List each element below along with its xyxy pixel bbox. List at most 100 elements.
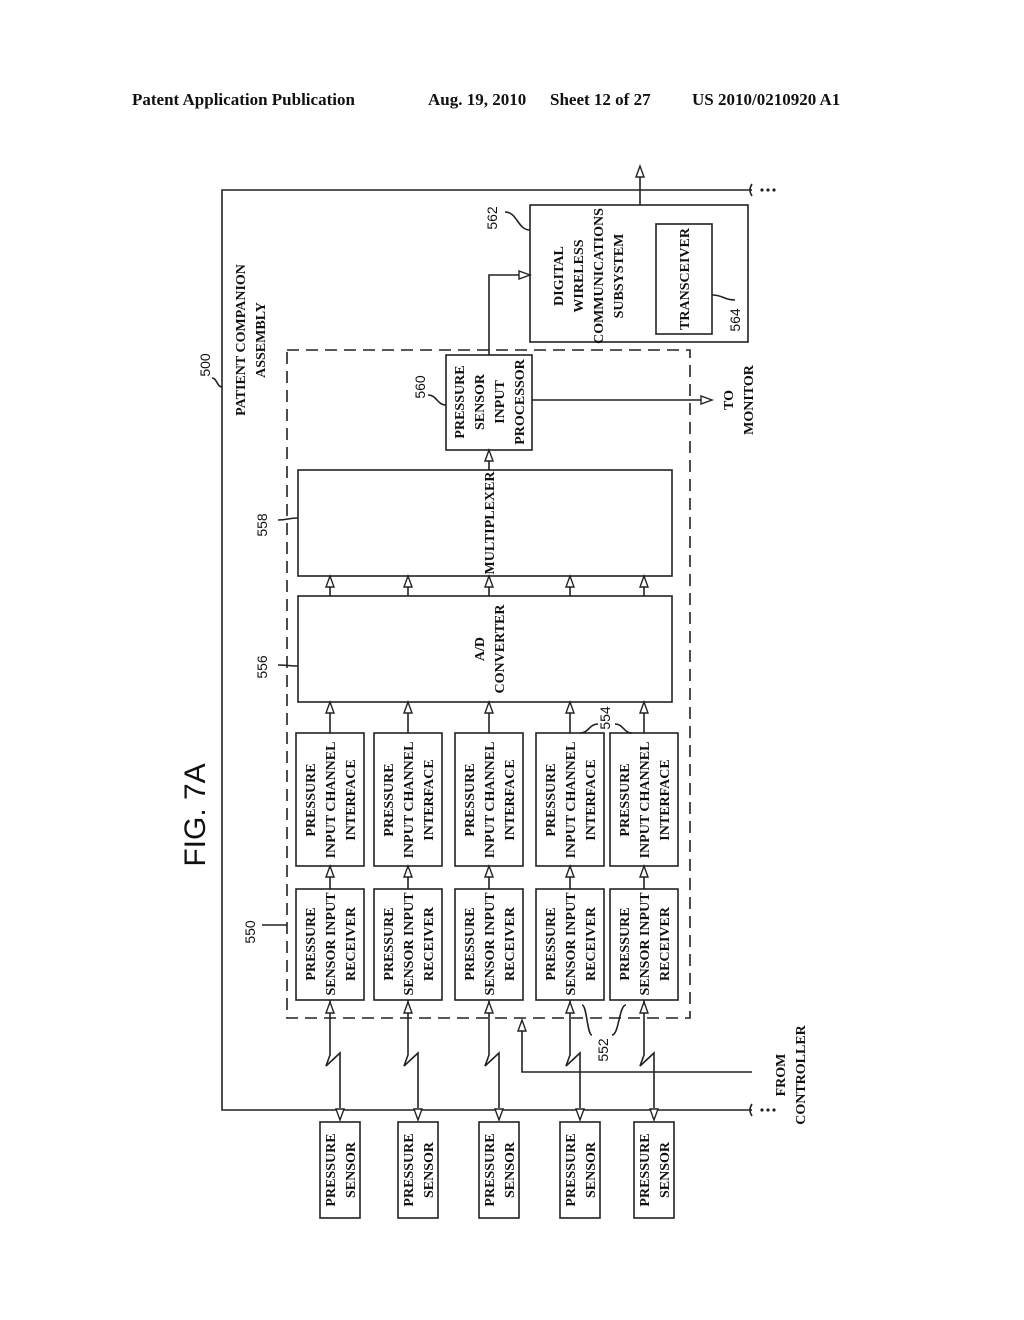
- ellipsis-dot: [772, 188, 776, 192]
- sensor-label-5-line: SENSOR: [658, 1141, 673, 1198]
- arrow-to-processor-icon: [484, 447, 494, 462]
- ref-560-line: 560: [412, 375, 428, 399]
- receiver-label-3-line: RECEIVER: [503, 906, 518, 981]
- ref-560: 560: [412, 375, 428, 399]
- arrow-to-interface-icon: [565, 863, 575, 878]
- arrow-from-controller-icon: [517, 1017, 527, 1032]
- arrow-to-sensor-icon: [413, 1108, 423, 1123]
- arrow-to-mux-icon: [484, 573, 494, 588]
- leader-552b: [611, 1004, 627, 1036]
- interface-label-1-line: INTERFACE: [344, 759, 359, 840]
- arrow-to-interface-icon: [325, 863, 335, 878]
- leader-562: [504, 211, 531, 231]
- arrow-to-sensor-icon: [575, 1108, 585, 1123]
- sensor-label-4-line: SENSOR: [584, 1141, 599, 1198]
- arrow-to-adc-icon: [403, 699, 413, 714]
- leader-552a: [581, 1004, 593, 1036]
- wireless-subsystem-label-line: DIGITAL: [552, 246, 567, 306]
- ellipsis-dot: [772, 1108, 776, 1112]
- leader-560: [427, 394, 447, 406]
- arrow-to-sensor-icon: [649, 1108, 659, 1123]
- output-arrow-icon: [635, 163, 645, 178]
- arrow-to-sensor-icon: [335, 1108, 345, 1123]
- arrow-to-receiver-icon: [325, 999, 335, 1014]
- receiver-label-4-line: SENSOR INPUT: [564, 892, 579, 996]
- ref-554-line: 554: [597, 706, 613, 730]
- figure-title: FIG. 7A: [179, 763, 212, 866]
- ref-562: 562: [484, 206, 500, 230]
- arrow-to-interface-icon: [403, 863, 413, 878]
- leader-554b: [614, 723, 633, 734]
- ref-556: 556: [254, 655, 270, 679]
- sensor-label-1-line: PRESSURE: [324, 1133, 339, 1206]
- arrow-to-interface-icon: [639, 863, 649, 878]
- ref-500-line: 500: [197, 353, 213, 377]
- to-monitor-label: TO MONITOR: [722, 364, 757, 435]
- processor-label-line: PRESSURE: [453, 365, 468, 438]
- wireless-link-line: [639, 1000, 655, 1108]
- sensor-label-2-line: SENSOR: [422, 1141, 437, 1198]
- interface-label-1-line: INPUT CHANNEL: [324, 742, 339, 859]
- receiver-label-1-line: PRESSURE: [304, 907, 319, 980]
- arrow-to-interface-icon: [484, 863, 494, 878]
- arrow-to-wireless-icon: [518, 270, 533, 280]
- figure-title-line: FIG. 7A: [179, 763, 212, 866]
- sensor-label-3-line: SENSOR: [503, 1141, 518, 1198]
- sensor-label-2-line: PRESSURE: [402, 1133, 417, 1206]
- interface-label-3-line: INTERFACE: [503, 759, 518, 840]
- assembly-label-line: ASSEMBLY: [254, 302, 269, 378]
- receiver-label-4-line: PRESSURE: [544, 907, 559, 980]
- interface-label-3-line: INPUT CHANNEL: [483, 742, 498, 859]
- multiplexer-label: MULTIPLEXER: [483, 471, 498, 575]
- interface-label-5-line: INPUT CHANNEL: [638, 742, 653, 859]
- arrow-to-adc-icon: [565, 699, 575, 714]
- to-monitor-label-line: MONITOR: [742, 364, 757, 435]
- sensor-label-3-line: PRESSURE: [483, 1133, 498, 1206]
- arrow-to-adc-icon: [484, 699, 494, 714]
- processor-label-line: SENSOR: [473, 373, 488, 430]
- ellipsis-dot: [760, 188, 764, 192]
- arrow-to-adc-icon: [639, 699, 649, 714]
- ref-556-line: 556: [254, 655, 270, 679]
- transceiver-label-line: TRANSCEIVER: [678, 227, 693, 330]
- wireless-link-line: [484, 1000, 500, 1108]
- from-controller-label-line: CONTROLLER: [794, 1024, 809, 1124]
- receiver-label-4-line: RECEIVER: [584, 906, 599, 981]
- leader-500: [211, 377, 223, 388]
- sensor-label-5-line: PRESSURE: [638, 1133, 653, 1206]
- arrow-to-mux-icon: [403, 573, 413, 588]
- wireless-subsystem-label-line: COMMUNICATIONS: [592, 208, 607, 344]
- arrow-to-mux-icon: [639, 573, 649, 588]
- from-controller-label: FROM CONTROLLER: [774, 1024, 809, 1124]
- processor-label-line: PROCESSOR: [513, 358, 528, 444]
- leader-556: [277, 664, 299, 667]
- arrow-to-sensor-icon: [494, 1108, 504, 1123]
- ellipsis-dot: [760, 1108, 764, 1112]
- interface-label-1-line: PRESSURE: [304, 763, 319, 836]
- wireless-link-line: [565, 1000, 581, 1108]
- block-diagram: FIG. 7A PATIENT COMPANION ASSEMBLY 500 DIGIT…: [179, 163, 809, 1219]
- ref-554: 554: [597, 706, 613, 730]
- wireless-subsystem-label-line: SUBSYSTEM: [612, 234, 627, 319]
- ref-562-line: 562: [484, 206, 500, 230]
- arrow-to-receiver-icon: [639, 999, 649, 1014]
- ref-552-line: 552: [595, 1038, 611, 1062]
- from-controller-line: [521, 1030, 752, 1073]
- interface-label-5-line: INTERFACE: [658, 759, 673, 840]
- assembly-label: PATIENT COMPANION ASSEMBLY: [234, 264, 269, 416]
- arrow-to-receiver-icon: [484, 999, 494, 1014]
- receiver-label-1-line: RECEIVER: [344, 906, 359, 981]
- arrow-to-receiver-icon: [403, 999, 413, 1014]
- arrow-to-monitor-icon: [700, 395, 715, 405]
- arrow-to-mux-icon: [325, 573, 335, 588]
- arrow-to-mux-icon: [565, 573, 575, 588]
- wireless-link-line: [325, 1000, 341, 1108]
- ref-550: 550: [242, 920, 258, 944]
- leader-558: [277, 517, 299, 521]
- leader-554a: [579, 723, 599, 734]
- ref-550-line: 550: [242, 920, 258, 944]
- receiver-label-5-line: RECEIVER: [658, 906, 673, 981]
- processor-label-line: INPUT: [493, 380, 508, 424]
- transceiver-label: TRANSCEIVER: [678, 227, 693, 330]
- ref-552: 552: [595, 1038, 611, 1062]
